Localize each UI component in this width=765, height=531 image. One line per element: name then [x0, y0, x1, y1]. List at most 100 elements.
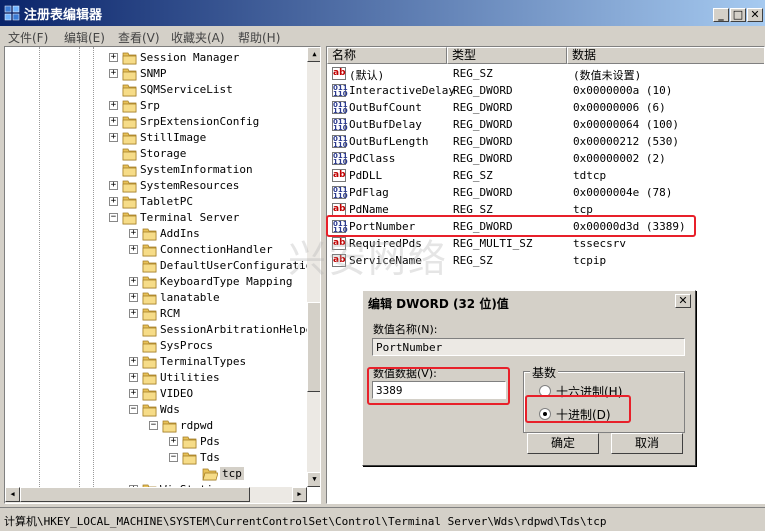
tree-node[interactable]: + lanatable — [5, 290, 305, 306]
tree-node-label[interactable]: TabletPC — [140, 195, 193, 208]
value-row[interactable]: 011 110 OutBufCount REG_DWORD 0x00000006 (6) — [327, 99, 764, 116]
expand-icon[interactable]: + — [109, 117, 118, 126]
tree-node-label[interactable]: TerminalTypes — [160, 355, 246, 368]
tree-node[interactable]: + AddIns — [5, 226, 305, 242]
tree-node-label[interactable]: lanatable — [160, 291, 220, 304]
tree-node[interactable]: + Session Manager — [5, 50, 305, 66]
tree-node-label[interactable]: Terminal Server — [140, 211, 239, 224]
value-row[interactable]: 011 110 OutBufDelay REG_DWORD 0x00000064 (10… — [327, 116, 764, 133]
tree-node[interactable]: − Tds — [5, 450, 305, 466]
expand-icon[interactable]: + — [129, 277, 138, 286]
tree-node-label[interactable]: Pds — [200, 435, 220, 448]
tree-node-label[interactable]: SQMServiceList — [140, 83, 233, 96]
column-header-data[interactable]: 数据 — [567, 47, 764, 64]
tree-node[interactable]: SystemInformation — [5, 162, 305, 178]
tree-node-label[interactable]: Storage — [140, 147, 186, 160]
tree-node[interactable]: + TerminalTypes — [5, 354, 305, 370]
scroll-left-arrow-icon[interactable]: ◀ — [5, 487, 20, 502]
tree-node-label[interactable]: SystemInformation — [140, 163, 253, 176]
tree-node[interactable]: − Wds — [5, 402, 305, 418]
tree-node-label[interactable]: Tds — [200, 451, 220, 464]
tree-node[interactable]: + Pds — [5, 434, 305, 450]
ok-button[interactable]: 确定 — [527, 433, 599, 454]
expand-icon[interactable]: + — [109, 197, 118, 206]
minimize-button[interactable]: _ — [713, 8, 729, 22]
tree-horizontal-scrollbar[interactable]: ◀ ▶ — [5, 487, 307, 503]
tree-node-label[interactable]: Session Manager — [140, 51, 239, 64]
value-row[interactable]: 011 110 OutBufLength REG_DWORD 0x00000212 (5… — [327, 133, 764, 150]
scroll-thumb[interactable] — [20, 487, 250, 502]
maximize-button[interactable]: □ — [730, 8, 746, 22]
tree-node[interactable]: − Terminal Server — [5, 210, 305, 226]
tree-node[interactable]: + TabletPC — [5, 194, 305, 210]
menu-view[interactable]: 查看(V) — [118, 29, 160, 46]
scroll-up-arrow-icon[interactable]: ▲ — [307, 47, 320, 62]
collapse-icon[interactable]: − — [109, 213, 118, 222]
tree-node-label[interactable]: KeyboardType Mapping — [160, 275, 292, 288]
expand-icon[interactable]: + — [109, 69, 118, 78]
expand-icon[interactable]: + — [129, 245, 138, 254]
expand-icon[interactable]: + — [109, 101, 118, 110]
tree-node[interactable]: + KeyboardType Mapping — [5, 274, 305, 290]
expand-icon[interactable]: + — [109, 133, 118, 142]
column-header-type[interactable]: 类型 — [447, 47, 567, 64]
tree-node[interactable]: DefaultUserConfiguratio — [5, 258, 312, 274]
registry-tree[interactable]: + Session Manager + SNMP SQMServiceList + Srp +… — [4, 46, 321, 504]
tree-node[interactable]: Storage — [5, 146, 305, 162]
tree-node-label[interactable]: RCM — [160, 307, 180, 320]
menu-edit[interactable]: 编辑(E) — [64, 29, 105, 46]
tree-node-label[interactable]: SessionArbitrationHelpe — [160, 323, 312, 336]
tree-node-label[interactable]: SystemResources — [140, 179, 239, 192]
value-row[interactable]: 011 110 InteractiveDelay REG_DWORD 0x0000000… — [327, 82, 764, 99]
tree-node-label[interactable]: Utilities — [160, 371, 220, 384]
tree-node-label[interactable]: SNMP — [140, 67, 167, 80]
menu-help[interactable]: 帮助(H) — [238, 29, 280, 46]
tree-node-label[interactable]: AddIns — [160, 227, 200, 240]
expand-icon[interactable]: + — [109, 181, 118, 190]
tree-node[interactable]: + SNMP — [5, 66, 305, 82]
expand-icon[interactable]: + — [109, 53, 118, 62]
tree-node-label[interactable]: rdpwd — [180, 419, 213, 432]
value-row[interactable]: 011 110 PdFlag REG_DWORD 0x0000004e (78) — [327, 184, 764, 201]
collapse-icon[interactable]: − — [169, 453, 178, 462]
tree-node[interactable]: − rdpwd — [5, 418, 305, 434]
tree-node[interactable]: + SrpExtensionConfig — [5, 114, 305, 130]
tree-node-label[interactable]: SysProcs — [160, 339, 213, 352]
tree-node[interactable]: SessionArbitrationHelpe — [5, 322, 312, 338]
value-row[interactable]: 011 110 PdClass REG_DWORD 0x00000002 (2) — [327, 150, 764, 167]
tree-node-label[interactable]: Wds — [160, 403, 180, 416]
expand-icon[interactable]: + — [129, 309, 138, 318]
tree-node-label[interactable]: ConnectionHandler — [160, 243, 273, 256]
tree-node-label[interactable]: VIDEO — [160, 387, 193, 400]
tree-node[interactable]: SysProcs — [5, 338, 305, 354]
close-button[interactable]: ✕ — [747, 8, 763, 22]
tree-node[interactable]: + ConnectionHandler — [5, 242, 305, 258]
menu-favorites[interactable]: 收藏夹(A) — [171, 29, 225, 46]
cancel-button[interactable]: 取消 — [611, 433, 683, 454]
scroll-right-arrow-icon[interactable]: ▶ — [292, 487, 307, 502]
tree-node-label[interactable]: StillImage — [140, 131, 206, 144]
scroll-down-arrow-icon[interactable]: ▼ — [307, 472, 320, 487]
expand-icon[interactable]: + — [169, 437, 178, 446]
tree-node[interactable]: + VIDEO — [5, 386, 305, 402]
collapse-icon[interactable]: − — [149, 421, 158, 430]
expand-icon[interactable]: + — [129, 229, 138, 238]
tree-node[interactable]: + SystemResources — [5, 178, 305, 194]
expand-icon[interactable]: + — [129, 357, 138, 366]
tree-node-label[interactable]: SrpExtensionConfig — [140, 115, 259, 128]
tree-node-label[interactable]: Srp — [140, 99, 160, 112]
collapse-icon[interactable]: − — [129, 405, 138, 414]
expand-icon[interactable]: + — [129, 389, 138, 398]
tree-node[interactable]: + Utilities — [5, 370, 305, 386]
expand-icon[interactable]: + — [129, 373, 138, 382]
value-row[interactable]: ab PdDLL REG_SZ tdtcp — [327, 167, 764, 184]
column-header-name[interactable]: 名称 — [327, 47, 447, 64]
tree-node[interactable]: + RCM — [5, 306, 305, 322]
scroll-thumb[interactable] — [307, 302, 320, 392]
dialog-close-button[interactable]: ✕ — [675, 294, 691, 308]
tree-node[interactable]: + Srp — [5, 98, 305, 114]
tree-node[interactable]: SQMServiceList — [5, 82, 305, 98]
expand-icon[interactable]: + — [129, 293, 138, 302]
tree-node[interactable]: + StillImage — [5, 130, 305, 146]
menu-file[interactable]: 文件(F) — [8, 29, 48, 46]
